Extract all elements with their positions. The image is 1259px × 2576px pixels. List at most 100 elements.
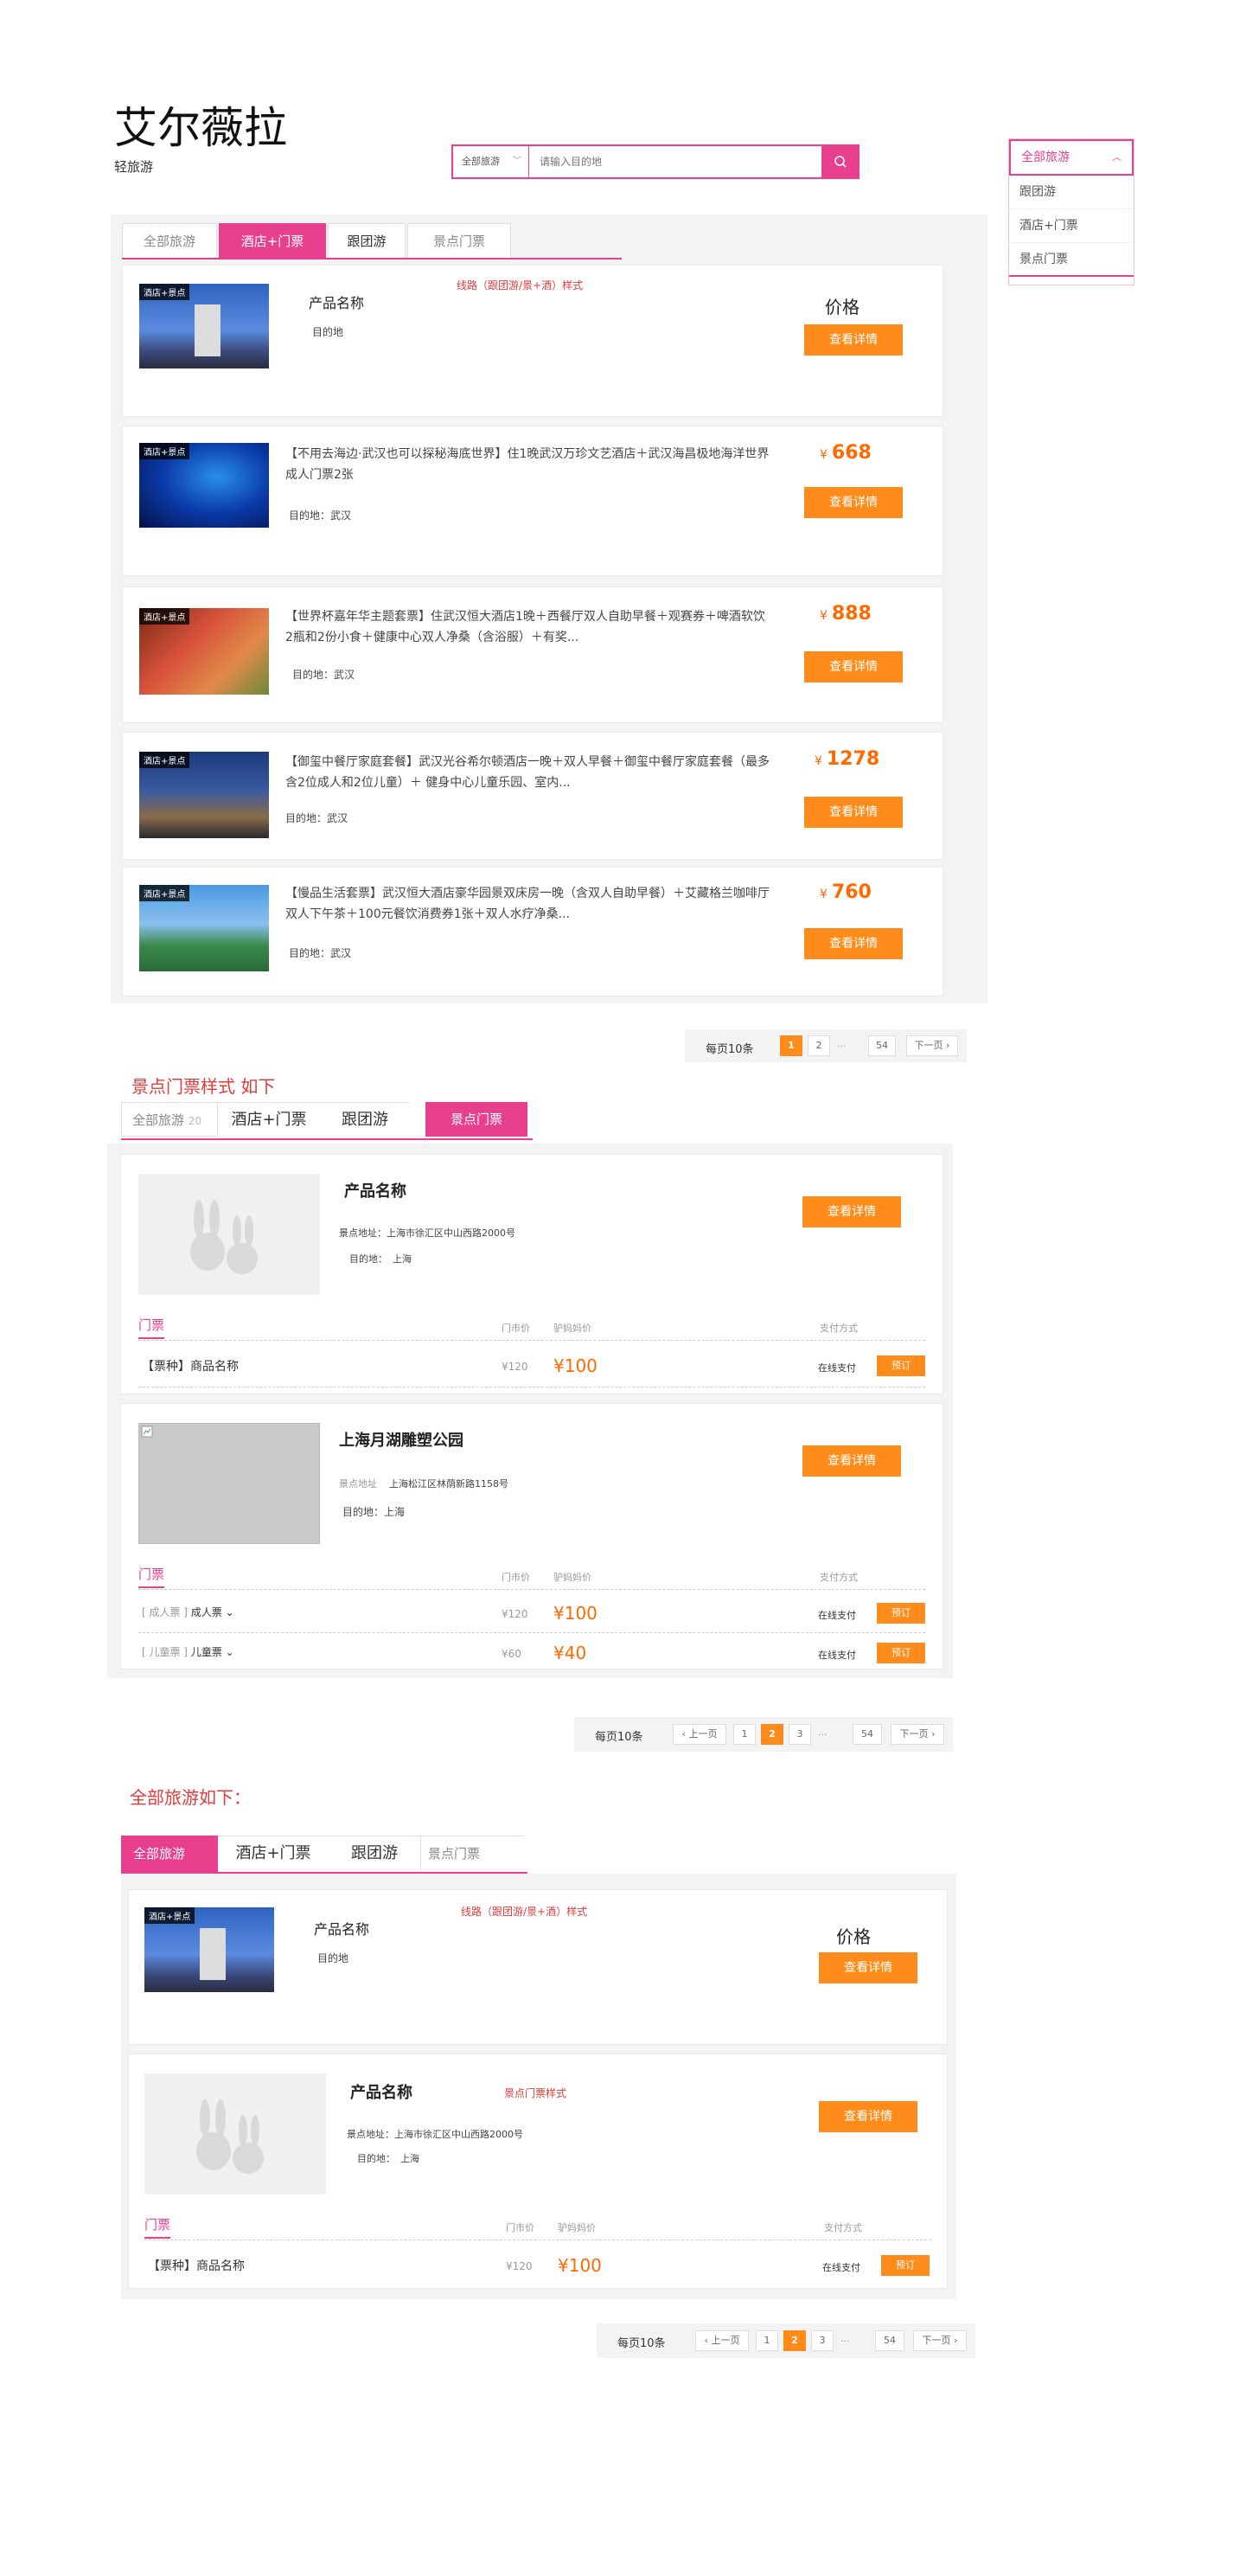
page-2[interactable]: 2 <box>808 1035 830 1056</box>
page-1[interactable]: 1 <box>756 2330 778 2351</box>
ticket-pay-method: 在线支付 <box>818 1650 856 1661</box>
chevron-up-icon: ︿ <box>1112 151 1122 163</box>
price-label: 价格 <box>836 1926 871 1947</box>
ticket-product-name[interactable]: 上海月湖雕塑公园 <box>339 1428 463 1451</box>
prev-page-button[interactable]: ‹ 上一页 <box>673 1724 726 1745</box>
dropdown-item-hotel[interactable]: 酒店+门票 <box>1009 209 1134 243</box>
rabbit-logo-icon <box>196 2099 264 2174</box>
page-ellipsis: ... <box>837 1038 847 1049</box>
tab-scenic-ticket[interactable]: 景点门票 <box>425 1102 527 1137</box>
next-page-button[interactable]: 下一页 › <box>913 2330 967 2351</box>
page-54[interactable]: 54 <box>853 1724 882 1745</box>
tab-all[interactable]: 全部旅游 <box>122 223 217 258</box>
rabbit-logo-icon <box>190 1200 258 1274</box>
product-title[interactable]: 【御玺中餐厅家庭套餐】武汉光谷希尔顿酒店一晚＋双人早餐＋御玺中餐厅家庭套餐（最多… <box>285 752 770 793</box>
product-title[interactable]: 【世界杯嘉年华主题套票】住武汉恒大酒店1晚＋西餐厅双人自助早餐＋观赛券＋啤酒软饮… <box>285 606 770 648</box>
ticket-tab[interactable]: 门票 <box>138 1565 165 1588</box>
search-input[interactable] <box>540 151 799 172</box>
page-54[interactable]: 54 <box>868 1035 896 1056</box>
ticket-card: 产品名称 景点门票样式 景点地址：上海市徐汇区中山西路2000号 目的地： 上海 … <box>128 2054 948 2289</box>
prev-page-button[interactable]: ‹ 上一页 <box>695 2330 749 2351</box>
dropdown-item-group[interactable]: 跟团游 <box>1009 176 1134 209</box>
book-button[interactable]: 预订 <box>877 1643 925 1663</box>
next-page-button[interactable]: 下一页 › <box>906 1035 958 1056</box>
product-title[interactable]: 【慢品生活套票】武汉恒大酒店豪华园景双床房一晚（含双人自助早餐）＋艾藏格兰咖啡厅… <box>285 883 770 925</box>
list-item: 酒店+景点 【不用去海边·武汉也可以探秘海底世界】住1晚武汉万珍文艺酒店＋武汉海… <box>122 426 943 576</box>
resort-image: 酒店+景点 <box>139 885 269 971</box>
tab-hotel-ticket[interactable]: 酒店+门票 <box>218 1102 320 1137</box>
style-note-scenic: 景点门票样式 <box>504 2087 567 2099</box>
next-page-button[interactable]: 下一页 › <box>891 1724 944 1745</box>
dropdown-item-scenic[interactable]: 景点门票 <box>1009 243 1134 277</box>
tab-group-tour[interactable]: 跟团游 <box>320 1102 410 1137</box>
col-pay-method: 支付方式 <box>820 1572 858 1583</box>
tab-group-tour[interactable]: 跟团游 <box>328 223 406 258</box>
ticket-product-name[interactable]: 产品名称 <box>350 2080 412 2103</box>
ticket-address-label: 景点地址 <box>339 1478 377 1490</box>
page-1[interactable]: 1 <box>780 1035 802 1056</box>
ticket-sale-price: ¥100 <box>558 2255 602 2276</box>
view-details-button[interactable]: 查看详情 <box>804 651 903 682</box>
brand-title: 艾尔薇拉 <box>114 103 287 153</box>
search-category-select[interactable]: 全部旅游 ﹀ <box>453 146 529 177</box>
page-1[interactable]: 1 <box>733 1724 756 1745</box>
price-label: 价格 <box>825 297 860 317</box>
page-3[interactable]: 3 <box>811 2330 834 2351</box>
ticket-tab[interactable]: 门票 <box>138 1316 165 1339</box>
view-details-button[interactable]: 查看详情 <box>819 2101 917 2132</box>
book-button[interactable]: 预订 <box>877 1603 925 1624</box>
tab-bar-1: 全部旅游 酒店+门票 跟团游 景点门票 <box>122 223 622 260</box>
page-2[interactable]: 2 <box>761 1724 783 1745</box>
ticket-type-name[interactable]: 成人票 <box>191 1606 222 1618</box>
ticket-type-name[interactable]: 儿童票 <box>191 1646 222 1658</box>
pagination-3: 每页10条 ‹ 上一页 1 2 3 ... 54 下一页 › <box>597 2323 975 2358</box>
tab-hotel-ticket[interactable]: 酒店+门票 <box>219 223 326 258</box>
product-header-card: 酒店+景点 产品名称 目的地 线路（跟团游/景+酒）样式 价格 查看详情 <box>122 265 943 417</box>
placeholder-image <box>138 1174 320 1295</box>
view-details-button[interactable]: 查看详情 <box>804 324 903 356</box>
search-bar: 全部旅游 ﹀ <box>451 144 860 179</box>
search-button[interactable] <box>821 144 860 179</box>
tab-bar-2: 全部旅游 20 酒店+门票 跟团游 景点门票 <box>121 1102 533 1140</box>
ticket-sale-price: ¥40 <box>553 1643 587 1663</box>
search-category-label: 全部旅游 <box>462 156 500 167</box>
view-details-button[interactable]: 查看详情 <box>819 1952 917 1983</box>
page-3[interactable]: 3 <box>789 1724 811 1745</box>
tab-all[interactable]: 全部旅游 <box>121 1836 218 1872</box>
broken-image <box>138 1423 320 1544</box>
view-details-button[interactable]: 查看详情 <box>804 797 903 828</box>
tab-group-tour[interactable]: 跟团游 <box>329 1836 420 1870</box>
view-details-button[interactable]: 查看详情 <box>804 487 903 518</box>
ticket-tab[interactable]: 门票 <box>144 2215 171 2239</box>
tab-scenic-ticket[interactable]: 景点门票 <box>420 1836 524 1870</box>
chevron-down-icon: ⌄ <box>225 1646 234 1658</box>
ticket-destination-label: 目的地： <box>349 1253 387 1265</box>
prev-page-label: 上一页 <box>711 2335 740 2346</box>
tab-all[interactable]: 全部旅游 20 <box>121 1102 218 1137</box>
ticket-address-value: 上海松江区林荫新路1158号 <box>389 1478 508 1490</box>
ticket-row-name: 【票种】商品名称 <box>148 2259 245 2273</box>
col-market-price: 门市价 <box>502 1323 530 1334</box>
tab-hotel-ticket[interactable]: 酒店+门票 <box>218 1836 329 1870</box>
dropdown-selected[interactable]: 全部旅游 ︿ <box>1009 139 1134 176</box>
style-note: 线路（跟团游/景+酒）样式 <box>461 1906 588 1918</box>
divider <box>138 1589 925 1590</box>
aquarium-image: 酒店+景点 <box>139 443 269 528</box>
page-54[interactable]: 54 <box>875 2330 904 2351</box>
ticket-destination-label: 目的地： <box>357 2153 395 2164</box>
product-title[interactable]: 【不用去海边·武汉也可以探秘海底世界】住1晚武汉万珍文艺酒店＋武汉海昌极地海洋世… <box>285 444 770 485</box>
col-market-price: 门市价 <box>502 1572 530 1583</box>
hotel-badge: 酒店+景点 <box>139 443 190 459</box>
view-details-button[interactable]: 查看详情 <box>804 928 903 959</box>
page-2[interactable]: 2 <box>783 2330 806 2351</box>
book-button[interactable]: 预订 <box>877 1355 925 1376</box>
book-button[interactable]: 预订 <box>881 2255 930 2276</box>
ticket-row: [ 成人票 ] 成人票 ⌄ <box>142 1605 234 1619</box>
brand-subtitle: 轻旅游 <box>114 159 154 175</box>
ticket-product-name[interactable]: 产品名称 <box>344 1179 406 1201</box>
ticket-market-price: ¥120 <box>506 2260 533 2272</box>
view-details-button[interactable]: 查看详情 <box>802 1445 901 1477</box>
view-details-button[interactable]: 查看详情 <box>802 1196 901 1227</box>
ticket-card: 产品名称 景点地址：上海市徐汇区中山西路2000号 目的地： 上海 查看详情 门票… <box>120 1154 943 1394</box>
tab-scenic-ticket[interactable]: 景点门票 <box>407 223 511 258</box>
